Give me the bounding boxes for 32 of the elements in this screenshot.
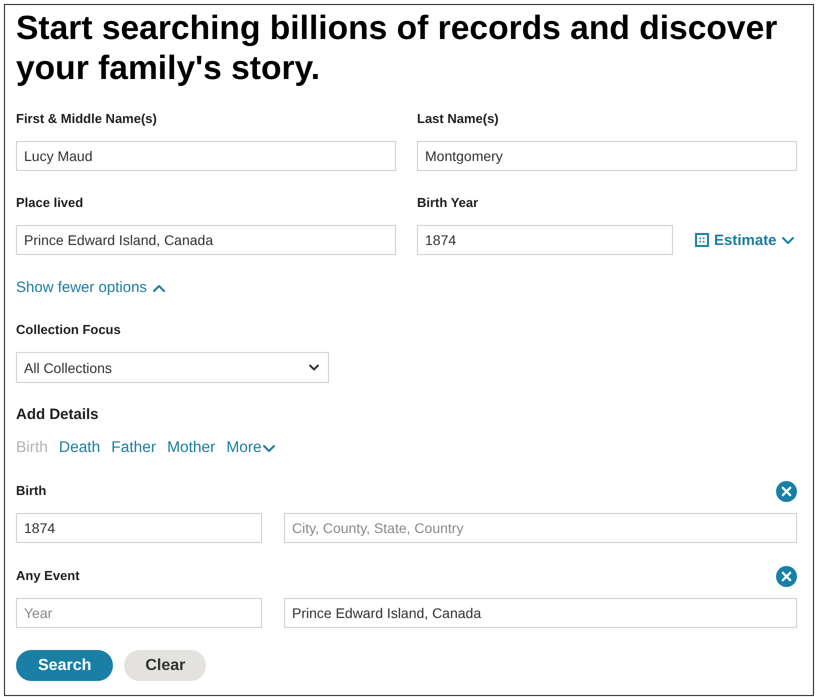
section-title: Add Details	[16, 405, 100, 425]
chevron-down-icon	[782, 236, 794, 244]
field-label: Collection Focus	[16, 321, 122, 339]
input-field[interactable]: 1874	[417, 225, 673, 255]
page-heading: Start searching billions of records and discover your family's story.	[16, 9, 778, 89]
input-field[interactable]: Lucy Maud	[16, 141, 396, 171]
input-field[interactable]: City, County, State, Country	[284, 513, 797, 543]
detail-link[interactable]: Father	[111, 438, 156, 458]
input-field[interactable]: Year	[16, 598, 262, 628]
close-icon[interactable]	[776, 566, 797, 586]
field-label: Birth Year	[417, 194, 480, 212]
estimate-button[interactable]: Estimate	[695, 232, 794, 248]
input-field[interactable]: Prince Edward Island, Canada	[284, 598, 797, 628]
chevron-down-icon	[262, 444, 275, 452]
input-field[interactable]: Prince Edward Island, Canada	[16, 225, 396, 255]
chevron-down-icon	[309, 364, 319, 371]
event-label: Any Event	[16, 567, 80, 585]
collection-select[interactable]: All Collections	[16, 352, 329, 383]
input-field[interactable]: Montgomery	[417, 141, 797, 171]
detail-link[interactable]: Mother	[167, 438, 216, 458]
close-icon[interactable]	[776, 480, 797, 502]
keypad-icon	[695, 233, 709, 247]
show-fewer-options-link[interactable]: Show fewer options	[16, 278, 165, 298]
event-label: Birth	[16, 482, 46, 500]
field-label: Last Name(s)	[417, 110, 500, 128]
input-field[interactable]: 1874	[16, 513, 262, 543]
more-menu-link[interactable]: More	[226, 438, 275, 458]
search-button[interactable]: Search	[16, 650, 114, 681]
clear-button[interactable]: Clear	[124, 650, 206, 681]
field-label: Place lived	[16, 194, 84, 212]
field-label: First & Middle Name(s)	[16, 110, 158, 128]
detail-link[interactable]: Death	[58, 438, 100, 458]
